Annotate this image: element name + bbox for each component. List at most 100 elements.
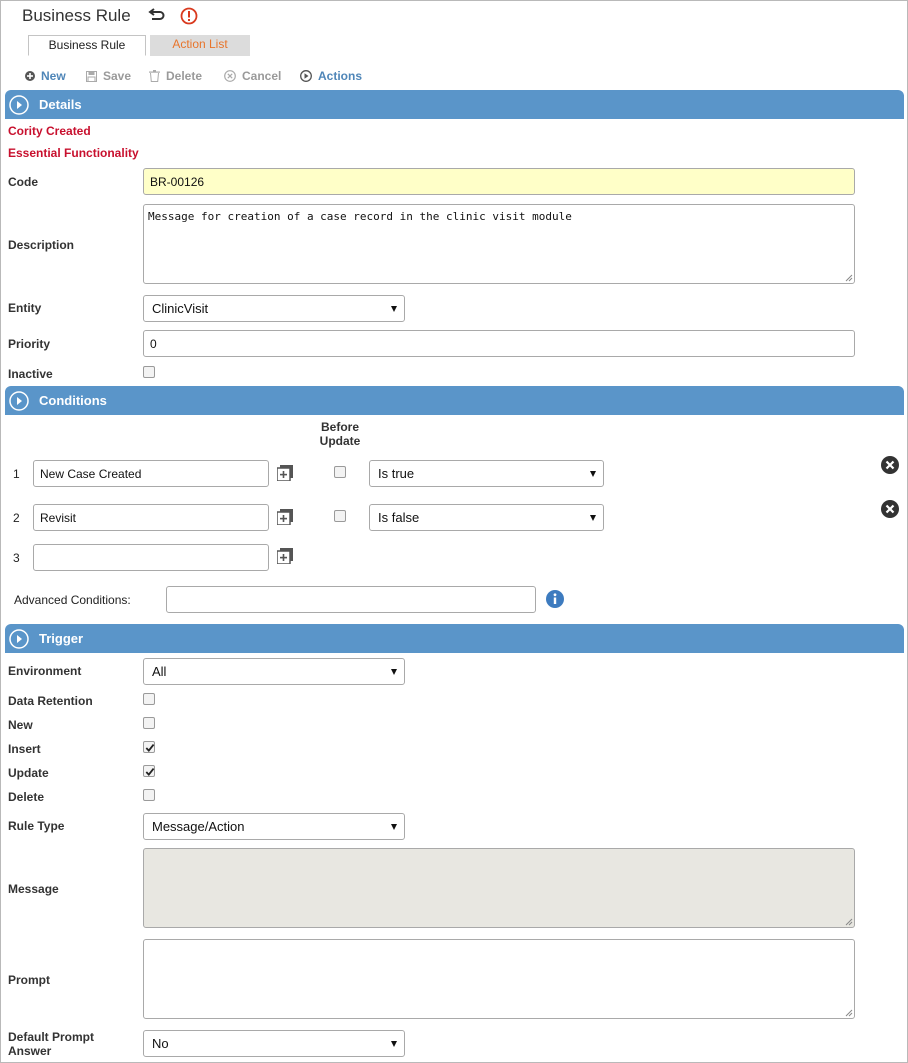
condition-1-value: New Case Created <box>40 466 142 481</box>
message-textarea[interactable] <box>143 848 855 928</box>
condition-row-number: 3 <box>13 551 20 565</box>
entity-value: ClinicVisit <box>152 301 209 316</box>
chevron-down-icon <box>391 1040 397 1047</box>
info-circle-icon[interactable] <box>180 7 198 25</box>
rule-type-label: Rule Type <box>8 819 65 833</box>
condition-1-operator-value: Is true <box>378 466 415 481</box>
remove-condition-icon[interactable] <box>881 456 899 474</box>
priority-label: Priority <box>8 337 51 351</box>
rule-type-value: Message/Action <box>152 819 245 834</box>
floppy-disk-icon <box>86 70 97 82</box>
resize-grip-icon[interactable] <box>845 918 853 926</box>
details-section-title: Details <box>39 97 82 112</box>
chevron-down-icon <box>391 823 397 830</box>
page-title: Business Rule <box>22 6 131 25</box>
condition-3-input[interactable] <box>33 544 269 571</box>
default-prompt-answer-select[interactable]: No <box>143 1030 405 1057</box>
tab-action-list[interactable]: Action List <box>150 35 250 56</box>
expand-arrow-icon <box>9 628 29 649</box>
chevron-down-icon <box>391 668 397 675</box>
condition-2-operator-value: Is false <box>378 510 420 525</box>
condition-row-number: 2 <box>13 511 20 525</box>
condition-2-input[interactable]: Revisit <box>33 504 269 531</box>
entity-select[interactable]: ClinicVisit <box>143 295 405 322</box>
actions-label: Actions <box>318 69 363 83</box>
condition-1-input[interactable]: New Case Created <box>33 460 269 487</box>
condition-2-value: Revisit <box>40 510 77 525</box>
save-label: Save <box>103 69 132 83</box>
new-trigger-checkbox[interactable] <box>143 717 155 729</box>
message-label: Message <box>8 882 59 896</box>
plus-circle-icon <box>25 71 35 81</box>
code-label: Code <box>8 175 38 189</box>
undo-icon[interactable] <box>147 8 165 24</box>
delete-button[interactable]: Delete <box>149 69 202 83</box>
description-value: Message for creation of a case record in… <box>148 210 572 223</box>
environment-value: All <box>152 664 167 679</box>
environment-label: Environment <box>8 664 82 678</box>
new-label: New <box>41 69 66 83</box>
delete-trigger-checkbox[interactable] <box>143 789 155 801</box>
details-section-header[interactable]: Details <box>5 90 904 119</box>
add-condition-icon[interactable] <box>277 548 293 564</box>
info-icon[interactable] <box>546 590 564 608</box>
trigger-section-header[interactable]: Trigger <box>5 624 904 653</box>
new-button[interactable]: New <box>25 69 66 83</box>
prompt-textarea[interactable] <box>143 939 855 1019</box>
essential-functionality-flag: Essential Functionality <box>8 146 139 160</box>
checkmark-icon <box>145 744 155 752</box>
new-trigger-label: New <box>8 718 33 732</box>
advanced-conditions-input[interactable] <box>166 586 536 613</box>
cancel-label: Cancel <box>242 69 282 83</box>
cority-created-flag: Cority Created <box>8 124 91 138</box>
remove-condition-icon[interactable] <box>881 500 899 518</box>
delete-label: Delete <box>166 69 203 83</box>
priority-value: 0 <box>150 336 157 351</box>
checkmark-icon <box>145 768 155 776</box>
conditions-section-title: Conditions <box>39 393 107 408</box>
trigger-section-title: Trigger <box>39 631 84 646</box>
description-textarea[interactable]: Message for creation of a case record in… <box>143 204 855 284</box>
trash-icon <box>149 70 160 82</box>
inactive-checkbox[interactable] <box>143 366 155 378</box>
cancel-circle-icon <box>224 70 236 82</box>
update-checkbox[interactable] <box>143 765 155 777</box>
prompt-label: Prompt <box>8 973 50 987</box>
default-prompt-answer-label: Default Prompt Answer <box>8 1030 95 1058</box>
priority-input[interactable]: 0 <box>143 330 855 357</box>
code-input[interactable]: BR-00126 <box>143 168 855 195</box>
play-circle-icon <box>300 70 312 82</box>
insert-checkbox[interactable] <box>143 741 155 753</box>
expand-arrow-icon <box>9 94 29 115</box>
chevron-down-icon <box>391 305 397 312</box>
inactive-label: Inactive <box>8 367 53 381</box>
cancel-button[interactable]: Cancel <box>224 69 281 83</box>
expand-arrow-icon <box>9 390 29 411</box>
condition-1-operator-select[interactable]: Is true <box>369 460 604 487</box>
resize-grip-icon[interactable] <box>845 274 853 282</box>
conditions-section-header[interactable]: Conditions <box>5 386 904 415</box>
condition-2-operator-select[interactable]: Is false <box>369 504 604 531</box>
resize-grip-icon[interactable] <box>845 1009 853 1017</box>
tab-business-rule[interactable]: Business Rule <box>28 35 146 56</box>
actions-button[interactable]: Actions <box>300 69 362 83</box>
chevron-down-icon <box>590 470 596 477</box>
data-retention-checkbox[interactable] <box>143 693 155 705</box>
condition-2-before-update-checkbox[interactable] <box>334 510 346 522</box>
add-condition-icon[interactable] <box>277 509 293 525</box>
advanced-conditions-label: Advanced Conditions: <box>14 593 131 607</box>
rule-type-select[interactable]: Message/Action <box>143 813 405 840</box>
before-update-column-header: Before Update <box>319 420 361 448</box>
code-value: BR-00126 <box>150 174 205 189</box>
add-condition-icon[interactable] <box>277 465 293 481</box>
save-button[interactable]: Save <box>86 69 131 83</box>
default-prompt-answer-value: No <box>152 1036 169 1051</box>
chevron-down-icon <box>590 514 596 521</box>
entity-label: Entity <box>8 301 42 315</box>
delete-trigger-label: Delete <box>8 790 45 804</box>
description-label: Description <box>8 238 75 252</box>
update-label: Update <box>8 766 49 780</box>
environment-select[interactable]: All <box>143 658 405 685</box>
condition-row-number: 1 <box>13 467 20 481</box>
condition-1-before-update-checkbox[interactable] <box>334 466 346 478</box>
